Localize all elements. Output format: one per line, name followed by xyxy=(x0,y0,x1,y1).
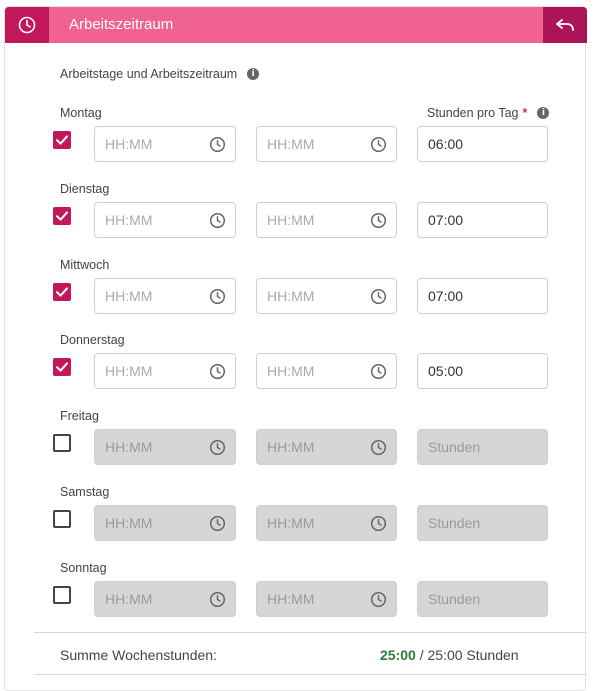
clock-icon xyxy=(209,212,226,229)
hours-per-day-input[interactable]: 06:00 xyxy=(417,126,548,162)
start-time-input[interactable]: HH:MM xyxy=(94,581,236,617)
day-checkbox-sonntag[interactable] xyxy=(53,586,71,604)
hours-value: 07:00 xyxy=(428,212,464,228)
check-icon xyxy=(56,211,68,221)
hours-value: 05:00 xyxy=(428,363,464,379)
hours-per-day-label: Stunden pro Tag xyxy=(427,106,519,120)
clock-icon xyxy=(370,515,387,532)
hours-per-day-input[interactable]: Stunden xyxy=(417,505,548,541)
end-time-placeholder: HH:MM xyxy=(267,439,315,455)
end-time-input[interactable]: HH:MM xyxy=(256,429,397,465)
start-time-input[interactable]: HH:MM xyxy=(94,202,236,238)
clock-icon xyxy=(209,288,226,305)
weekly-hours-separator: / xyxy=(415,647,428,663)
day-label-mittwoch: Mittwoch xyxy=(60,258,110,272)
day-label-dienstag: Dienstag xyxy=(60,182,110,196)
day-checkbox-montag[interactable] xyxy=(53,131,71,149)
weekly-hours-target: 25:00 Stunden xyxy=(427,647,519,663)
end-time-input[interactable]: HH:MM xyxy=(256,353,397,389)
clock-icon xyxy=(209,515,226,532)
day-label-donnerstag: Donnerstag xyxy=(60,333,125,347)
undo-icon xyxy=(556,19,574,31)
start-time-placeholder: HH:MM xyxy=(105,363,153,379)
weekly-hours-current: 25:00 xyxy=(380,647,416,663)
hours-value: 07:00 xyxy=(428,288,464,304)
day-label-freitag: Freitag xyxy=(60,409,99,423)
start-time-input[interactable]: HH:MM xyxy=(94,278,236,314)
undo-button[interactable] xyxy=(543,7,587,43)
info-icon[interactable]: i xyxy=(247,68,260,80)
card-title: Arbeitszeitraum xyxy=(69,16,174,33)
start-time-placeholder: HH:MM xyxy=(105,439,153,455)
hours-per-day-input[interactable]: 05:00 xyxy=(417,353,548,389)
day-checkbox-samstag[interactable] xyxy=(53,510,71,528)
clock-icon xyxy=(209,439,226,456)
day-checkbox-freitag[interactable] xyxy=(53,434,71,452)
end-time-placeholder: HH:MM xyxy=(267,288,315,304)
clock-icon xyxy=(370,212,387,229)
section-title-text: Arbeitstage und Arbeitszeitraum xyxy=(60,67,238,81)
hours-per-day-input[interactable]: 07:00 xyxy=(417,278,548,314)
clock-icon xyxy=(370,439,387,456)
hours-per-day-input[interactable]: Stunden xyxy=(417,581,548,617)
header-icon-box xyxy=(5,7,49,43)
end-time-input[interactable]: HH:MM xyxy=(256,505,397,541)
clock-icon xyxy=(209,136,226,153)
clock-icon xyxy=(370,591,387,608)
end-time-input[interactable]: HH:MM xyxy=(256,126,397,162)
check-icon xyxy=(56,287,68,297)
day-checkbox-donnerstag[interactable] xyxy=(53,358,71,376)
check-icon xyxy=(56,135,68,145)
section-title: Arbeitstage und Arbeitszeitraum i xyxy=(60,67,260,81)
end-time-placeholder: HH:MM xyxy=(267,136,315,152)
day-checkbox-mittwoch[interactable] xyxy=(53,283,71,301)
clock-icon xyxy=(370,363,387,380)
day-label-samstag: Samstag xyxy=(60,485,110,499)
clock-icon xyxy=(18,16,36,34)
hours-placeholder: Stunden xyxy=(428,439,481,455)
start-time-placeholder: HH:MM xyxy=(105,212,153,228)
start-time-placeholder: HH:MM xyxy=(105,515,153,531)
start-time-placeholder: HH:MM xyxy=(105,591,153,607)
day-label-sonntag: Sonntag xyxy=(60,561,107,575)
end-time-input[interactable]: HH:MM xyxy=(256,202,397,238)
hours-per-day-input[interactable]: 07:00 xyxy=(417,202,548,238)
hours-per-day-header: Stunden pro Tag * i xyxy=(427,106,550,120)
card-header: Arbeitszeitraum xyxy=(5,7,587,43)
start-time-placeholder: HH:MM xyxy=(105,288,153,304)
clock-icon xyxy=(370,288,387,305)
start-time-input[interactable]: HH:MM xyxy=(94,429,236,465)
hours-placeholder: Stunden xyxy=(428,515,481,531)
hours-placeholder: Stunden xyxy=(428,591,481,607)
work-period-card: Arbeitszeitraum Arbeitstage und Arbeitsz… xyxy=(4,6,587,691)
info-icon[interactable]: i xyxy=(537,107,550,119)
clock-icon xyxy=(209,591,226,608)
start-time-input[interactable]: HH:MM xyxy=(94,505,236,541)
start-time-input[interactable]: HH:MM xyxy=(94,126,236,162)
hours-value: 06:00 xyxy=(428,136,464,152)
weekly-hours-label: Summe Wochenstunden: xyxy=(60,647,217,663)
clock-icon xyxy=(370,136,387,153)
start-time-input[interactable]: HH:MM xyxy=(94,353,236,389)
end-time-placeholder: HH:MM xyxy=(267,363,315,379)
end-time-placeholder: HH:MM xyxy=(267,212,315,228)
end-time-placeholder: HH:MM xyxy=(267,515,315,531)
weekly-hours-value: 25:00 / 25:00 Stunden xyxy=(380,647,519,663)
clock-icon xyxy=(209,363,226,380)
end-time-input[interactable]: HH:MM xyxy=(256,581,397,617)
end-time-input[interactable]: HH:MM xyxy=(256,278,397,314)
day-checkbox-dienstag[interactable] xyxy=(53,207,71,225)
day-label-montag: Montag xyxy=(60,106,102,120)
start-time-placeholder: HH:MM xyxy=(105,136,153,152)
divider xyxy=(34,674,587,675)
required-marker: * xyxy=(522,106,528,120)
check-icon xyxy=(56,362,68,372)
divider xyxy=(34,632,587,633)
hours-per-day-input[interactable]: Stunden xyxy=(417,429,548,465)
end-time-placeholder: HH:MM xyxy=(267,591,315,607)
